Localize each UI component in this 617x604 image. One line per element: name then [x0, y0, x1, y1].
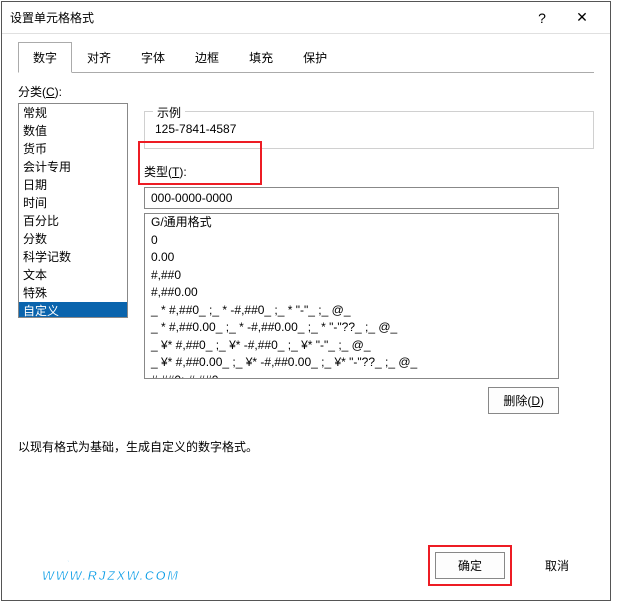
tab-font[interactable]: 字体 [126, 42, 180, 72]
list-item[interactable]: #,##0 [145, 267, 558, 285]
list-item-selected[interactable]: 自定义 [19, 302, 127, 318]
list-item[interactable]: _ * #,##0.00_ ;_ * -#,##0.00_ ;_ * "-"??… [145, 319, 558, 337]
list-item[interactable]: 分数 [19, 230, 127, 248]
format-cells-dialog: 设置单元格格式 ? ✕ 数字 对齐 字体 边框 填充 保护 分类(C): 常规 … [1, 1, 611, 601]
watermark: 软件自学网 WWW.RJZXW.COM [42, 537, 197, 582]
list-item[interactable]: 百分比 [19, 212, 127, 230]
help-text: 以现有格式为基础，生成自定义的数字格式。 [18, 438, 594, 455]
list-item[interactable]: _ ¥* #,##0.00_ ;_ ¥* -#,##0.00_ ;_ ¥* "-… [145, 354, 558, 372]
list-item[interactable]: 会计专用 [19, 158, 127, 176]
list-item[interactable]: _ ¥* #,##0_ ;_ ¥* -#,##0_ ;_ ¥* "-"_ ;_ … [145, 337, 558, 355]
list-item[interactable]: 数值 [19, 122, 127, 140]
help-button[interactable]: ? [522, 3, 562, 33]
list-item[interactable]: 时间 [19, 194, 127, 212]
list-item[interactable]: 日期 [19, 176, 127, 194]
list-item[interactable]: 特殊 [19, 284, 127, 302]
format-listbox[interactable]: G/通用格式 0 0.00 #,##0 #,##0.00 _ * #,##0_ … [144, 213, 559, 379]
tab-number[interactable]: 数字 [18, 42, 72, 73]
type-input[interactable] [144, 187, 559, 209]
list-item[interactable]: 0 [145, 232, 558, 250]
type-label: 类型(T): [144, 163, 594, 180]
cancel-button[interactable]: 取消 [522, 553, 592, 578]
list-item[interactable]: 常规 [19, 104, 127, 122]
list-item[interactable]: _ * #,##0_ ;_ * -#,##0_ ;_ * "-"_ ;_ @_ [145, 302, 558, 320]
content-area: 分类(C): 常规 数值 货币 会计专用 日期 时间 百分比 分数 科学记数 文… [2, 73, 610, 465]
titlebar: 设置单元格格式 ? ✕ [2, 2, 610, 34]
tab-border[interactable]: 边框 [180, 42, 234, 72]
example-label: 示例 [153, 104, 185, 121]
list-item[interactable]: 货币 [19, 140, 127, 158]
list-item[interactable]: #,##0.00 [145, 284, 558, 302]
list-item[interactable]: #,##0;-#,##0 [145, 372, 558, 380]
ok-button[interactable]: 确定 [435, 552, 505, 579]
tabs: 数字 对齐 字体 边框 填充 保护 [2, 34, 610, 72]
list-item[interactable]: 文本 [19, 266, 127, 284]
example-box: 示例 125-7841-4587 [144, 111, 594, 149]
list-item[interactable]: G/通用格式 [145, 214, 558, 232]
list-item[interactable]: 科学记数 [19, 248, 127, 266]
tab-protection[interactable]: 保护 [288, 42, 342, 72]
delete-button[interactable]: 删除(D) [488, 387, 559, 414]
category-label: 分类(C): [18, 83, 594, 100]
watermark-line1: 软件自学网 [42, 537, 197, 567]
tab-alignment[interactable]: 对齐 [72, 42, 126, 72]
watermark-line2: WWW.RJZXW.COM [42, 569, 197, 582]
example-value: 125-7841-4587 [155, 122, 583, 136]
footer: 确定 取消 [428, 545, 592, 586]
category-listbox[interactable]: 常规 数值 货币 会计专用 日期 时间 百分比 分数 科学记数 文本 特殊 自定… [18, 103, 128, 318]
tab-fill[interactable]: 填充 [234, 42, 288, 72]
close-button[interactable]: ✕ [562, 3, 602, 33]
list-item[interactable]: 0.00 [145, 249, 558, 267]
ok-highlight-annotation: 确定 [428, 545, 512, 586]
dialog-title: 设置单元格格式 [10, 9, 522, 26]
